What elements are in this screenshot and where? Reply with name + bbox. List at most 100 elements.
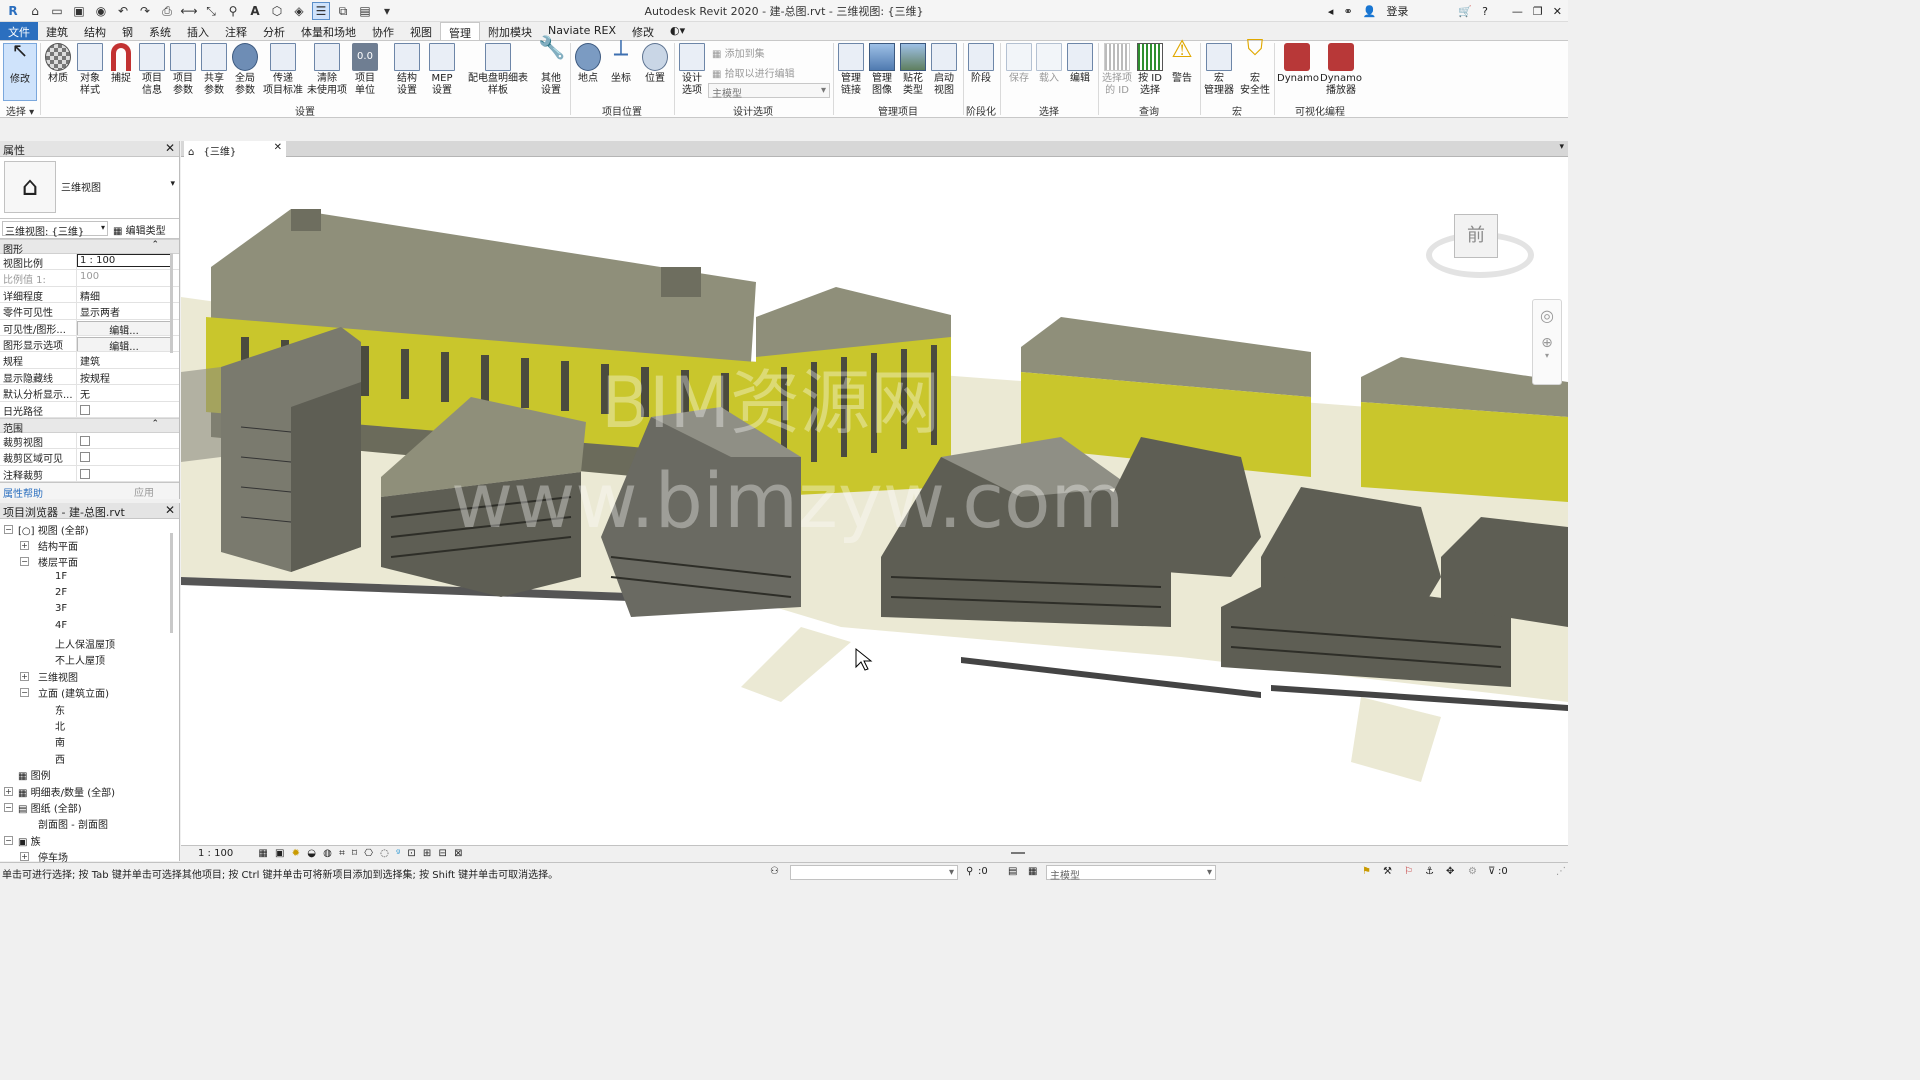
- toggle-icon[interactable]: ⊠: [454, 848, 462, 859]
- tab-systems[interactable]: 系统: [141, 22, 179, 40]
- tab-overflow-icon[interactable]: ▾: [1559, 142, 1564, 152]
- expand-toggle-icon[interactable]: +: [20, 541, 29, 550]
- zoom-menu-icon[interactable]: ▾: [1533, 351, 1561, 360]
- hidden-lines-field[interactable]: 按规程: [77, 369, 179, 384]
- section-extents[interactable]: 范围 ⌃: [0, 417, 179, 435]
- collapse-toggle-icon[interactable]: −: [4, 803, 13, 812]
- scroll-handle[interactable]: [1011, 852, 1025, 854]
- project-info-button[interactable]: 项目 信息: [135, 43, 169, 97]
- expand-toggle-icon[interactable]: +: [4, 787, 13, 796]
- filter-icon[interactable]: ⊽: [1488, 866, 1495, 877]
- tab-steel[interactable]: 钢: [114, 22, 141, 40]
- ribbon-options-icon[interactable]: ◐▾: [662, 22, 693, 40]
- type-selector[interactable]: ⌂ 三维视图 ▾: [0, 157, 179, 219]
- manage-images-button[interactable]: 管理 图像: [865, 43, 899, 97]
- tree-elevation-north[interactable]: 北: [55, 718, 65, 733]
- active-design-option-dropdown[interactable]: 主模型 ▾: [1046, 865, 1216, 882]
- tree-elevations[interactable]: 立面 (建筑立面): [38, 685, 109, 700]
- sun-path-checkbox[interactable]: [80, 404, 90, 415]
- design-options-icon[interactable]: ▤: [1008, 866, 1017, 877]
- detail-level-field[interactable]: 精细: [77, 287, 179, 302]
- location-button[interactable]: 地点: [571, 43, 605, 85]
- design-options-button[interactable]: 设计 选项: [675, 43, 709, 97]
- select-links-icon[interactable]: ⚑: [1362, 866, 1371, 877]
- tree-legends[interactable]: ▦ 图例: [18, 767, 51, 782]
- annotation-crop-checkbox[interactable]: [80, 468, 90, 479]
- tab-modify[interactable]: 修改: [624, 22, 662, 40]
- dynamo-button[interactable]: Dynamo: [1277, 43, 1319, 85]
- expand-toggle-icon[interactable]: +: [20, 672, 29, 681]
- close-icon[interactable]: ✕: [165, 141, 175, 155]
- rendering-icon[interactable]: ◍: [323, 848, 332, 859]
- help-icon[interactable]: ?: [1482, 5, 1488, 18]
- close-icon[interactable]: ✕: [274, 142, 282, 153]
- restore-icon[interactable]: ❐: [1533, 5, 1543, 18]
- properties-scrollbar[interactable]: [170, 253, 173, 353]
- project-parameters-button[interactable]: 项目 参数: [166, 43, 200, 97]
- tab-analyze[interactable]: 分析: [255, 22, 293, 40]
- macro-security-button[interactable]: ⛉ 宏安全性: [1237, 38, 1273, 97]
- minimize-icon[interactable]: —: [1512, 5, 1523, 18]
- additional-settings-button[interactable]: 🔧 其他 设置: [534, 38, 568, 97]
- starting-view-button[interactable]: 启动 视图: [927, 43, 961, 97]
- workset-dropdown[interactable]: ▾: [790, 865, 958, 880]
- materials-button[interactable]: 材质: [41, 43, 75, 85]
- object-styles-button[interactable]: 对象 样式: [73, 43, 107, 97]
- collapse-toggle-icon[interactable]: −: [20, 557, 29, 566]
- add-to-set-button[interactable]: ▦ 添加到集: [712, 45, 765, 60]
- warnings-button[interactable]: ⚠ 警告: [1165, 37, 1199, 85]
- project-units-button[interactable]: 0.0 项目 单位: [348, 43, 382, 97]
- binoculars-icon[interactable]: ⚭: [1343, 5, 1352, 18]
- temp-hide-icon[interactable]: ◌: [380, 848, 389, 859]
- tree-structural-plans[interactable]: 结构平面: [38, 538, 78, 553]
- load-selection-button[interactable]: 载入: [1032, 43, 1066, 85]
- shadows-icon[interactable]: ◒: [307, 848, 316, 859]
- edit-type-button[interactable]: ▦ 编辑类型: [113, 222, 166, 237]
- highlight-displacement-icon[interactable]: ⊞: [423, 848, 431, 859]
- login-link[interactable]: 登录: [1386, 3, 1408, 19]
- pick-to-edit-button[interactable]: ▦ 拾取以进行编辑: [712, 65, 795, 80]
- tree-3d-views[interactable]: 三维视图: [38, 669, 78, 684]
- editable-only-icon[interactable]: ⚲: [966, 866, 973, 877]
- vg-edit-button[interactable]: 编辑...: [77, 320, 171, 335]
- reveal-hidden-icon[interactable]: ᵍ: [396, 848, 400, 859]
- viewcube-face-front[interactable]: 前: [1454, 214, 1498, 258]
- tab-insert[interactable]: 插入: [179, 22, 217, 40]
- decal-types-button[interactable]: 贴花 类型: [896, 43, 930, 97]
- graphic-display-edit-button[interactable]: 编辑...: [77, 336, 171, 352]
- tree-plan-insulated-roof[interactable]: 上人保温屋顶: [55, 636, 115, 651]
- drag-elements-icon[interactable]: ✥: [1446, 866, 1454, 877]
- tree-plan-4f[interactable]: 4F: [55, 620, 67, 631]
- collapse-toggle-icon[interactable]: −: [4, 836, 13, 845]
- tree-schedules[interactable]: ▦ 明细表/数量 (全部): [18, 784, 115, 799]
- detail-level-icon[interactable]: ▦: [258, 848, 267, 859]
- modify-button[interactable]: ↖ 修改: [3, 40, 37, 101]
- background-processes-icon[interactable]: ⚙: [1468, 866, 1477, 877]
- view-scale-field[interactable]: 1 : 100: [77, 254, 179, 269]
- phases-button[interactable]: 阶段: [964, 43, 998, 85]
- tree-plan-roof[interactable]: 不上人屋顶: [55, 652, 105, 667]
- tree-sheet-section[interactable]: 剖面图 - 剖面图: [38, 816, 108, 831]
- tab-addins[interactable]: 附加模块: [480, 22, 540, 40]
- exclude-options-icon[interactable]: ▦: [1028, 866, 1037, 877]
- group-select[interactable]: 选择 ▾: [2, 103, 38, 118]
- panel-schedule-templates-button[interactable]: 配电盘明细表 样板: [466, 43, 530, 97]
- tree-plan-2f[interactable]: 2F: [55, 587, 67, 598]
- close-icon[interactable]: ✕: [165, 503, 175, 517]
- tab-view[interactable]: 视图: [402, 22, 440, 40]
- visual-style-icon[interactable]: ▣: [275, 848, 284, 859]
- parts-visibility-field[interactable]: 显示两者: [77, 303, 179, 318]
- coordinates-button[interactable]: ⟂ 坐标: [604, 38, 638, 85]
- crop-region-visible-checkbox[interactable]: [80, 452, 90, 463]
- save-selection-button[interactable]: 保存: [1002, 43, 1036, 85]
- ids-of-selection-button[interactable]: 选择项的 ID: [1100, 43, 1134, 97]
- cart-icon[interactable]: 🛒: [1458, 5, 1472, 18]
- show-crop-icon[interactable]: ⌑: [352, 848, 357, 859]
- zoom-region-icon[interactable]: ⊕: [1533, 335, 1561, 351]
- select-underlay-icon[interactable]: ⚒: [1383, 866, 1392, 877]
- dynamo-player-button[interactable]: Dynamo 播放器: [1319, 43, 1363, 97]
- lock-view-icon[interactable]: ⎔: [364, 848, 373, 859]
- tree-views-all[interactable]: [○] 视图 (全部): [18, 522, 89, 537]
- tree-floor-plans[interactable]: 楼层平面: [38, 554, 78, 569]
- resize-grip-icon[interactable]: ⋰: [1556, 866, 1566, 877]
